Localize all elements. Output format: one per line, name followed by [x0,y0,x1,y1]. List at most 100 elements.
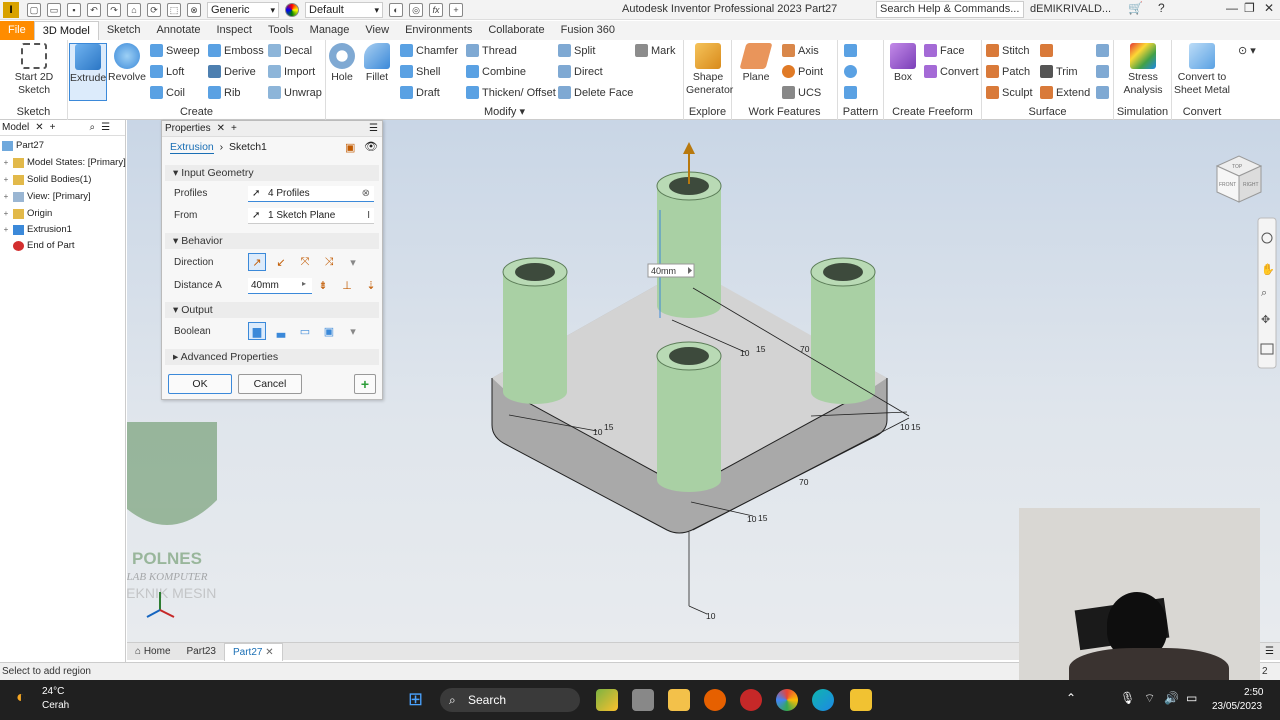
import-button[interactable]: Import [268,65,315,78]
clear-appearance-icon[interactable]: ◎ [409,2,423,17]
thread-button[interactable]: Thread [466,44,517,57]
boss-cylinder-right[interactable] [810,257,876,404]
direction-default-icon[interactable]: ↗ [248,253,266,271]
tree-end-of-part[interactable]: End of Part [2,240,75,251]
loft-button[interactable]: Loft [150,65,184,78]
boolean-new-solid-icon[interactable]: ▣ [320,322,338,340]
tree-view[interactable]: + View: [Primary] [2,191,91,202]
expand-icon[interactable]: + [2,192,10,201]
direction-flipped-icon[interactable]: ↙ [272,253,290,271]
doc-tab-part27[interactable]: Part27 ✕ [223,642,283,661]
update-icon[interactable]: ⟳ [147,2,161,17]
freeform-face-button[interactable]: Face [924,44,964,57]
profiles-selector[interactable]: ➚ 4 Profiles ⊗ [248,186,374,202]
expand-icon[interactable]: + [2,209,10,218]
mark-button[interactable]: Mark [635,44,675,57]
battery-icon[interactable]: ▭ [1186,691,1197,705]
tab-file[interactable]: File [0,21,34,40]
redo-icon[interactable]: ↷ [107,2,121,17]
direction-more-icon[interactable]: ▾ [344,253,362,271]
freeform-convert-button[interactable]: Convert [924,65,979,78]
breadcrumb-feature[interactable]: Extrusion [170,141,214,154]
section-advanced-properties[interactable]: ▸ Advanced Properties [165,349,379,365]
revolve-button[interactable]: Revolve [108,43,146,84]
tab-view[interactable]: View [357,21,397,40]
restore-icon[interactable]: ❐ [1244,1,1255,15]
doc-tab-home[interactable]: ⌂ Home [127,643,179,661]
tab-tools[interactable]: Tools [260,21,302,40]
add-icon[interactable]: + [449,2,463,17]
expand-icon[interactable]: + [2,175,10,184]
cancel-button[interactable]: Cancel [238,374,302,394]
file-explorer-icon[interactable] [668,689,690,711]
tree-model-states[interactable]: + Model States: [Primary] [2,157,126,168]
inventor-taskbar-icon[interactable] [850,689,872,711]
microphone-icon[interactable]: 🎙 [1120,691,1135,705]
add-browser-tab-icon[interactable]: + [50,122,56,133]
stitch-button[interactable]: Stitch [986,44,1030,57]
fx-icon[interactable]: fx [429,2,443,17]
widget-icon[interactable] [596,689,618,711]
close-icon[interactable]: ✕ [1264,1,1274,15]
tree-solid-bodies[interactable]: + Solid Bodies(1) [2,174,92,185]
adjust-icon[interactable]: ◐ [389,2,403,17]
chrome-icon[interactable] [776,689,798,711]
direct-button[interactable]: Direct [558,65,603,78]
section-behavior[interactable]: ▾ Behavior [165,233,379,249]
orbit-icon[interactable]: ✥ [1261,314,1270,326]
patch-button[interactable]: Patch [986,65,1030,78]
weather-temperature[interactable]: 24°C [42,686,64,697]
direction-asymmetric-icon[interactable]: ⤨ [320,253,338,271]
view-cube[interactable]: TOP FRONT RIGHT [1215,155,1263,203]
tab-collaborate[interactable]: Collaborate [480,21,552,40]
wifi-icon[interactable]: ⌔ [1144,691,1155,706]
circular-pattern-button[interactable] [844,65,857,78]
select-icon[interactable]: ⬚ [167,2,181,17]
breadcrumb-sketch[interactable]: Sketch1 [229,141,267,153]
help-icon[interactable]: ? [1158,1,1165,15]
tree-origin[interactable]: + Origin [2,208,53,219]
pan-icon[interactable]: ✋ [1261,263,1275,276]
trim-button[interactable]: Trim [1040,65,1078,78]
distance-dropdown-icon[interactable]: ▸ [302,279,306,288]
help-search-input[interactable]: Search Help & Commands... [876,1,1024,18]
clear-selection-icon[interactable]: ⊗ [362,186,370,201]
recorder-icon[interactable] [740,689,762,711]
rib-button[interactable]: Rib [208,86,241,99]
ribbon-options-icon[interactable]: ⊙ ▾ [1238,44,1256,57]
save-icon[interactable]: ▪ [67,2,81,17]
ruled-surface-button[interactable] [1040,44,1053,57]
tray-overflow-icon[interactable]: ⌃ [1066,691,1076,705]
sculpt-button[interactable]: Sculpt [986,86,1033,99]
doc-tab-part23[interactable]: Part23 [179,643,224,661]
boss-cylinder-left[interactable] [502,257,568,404]
start-sketch-button[interactable]: Start 2D Sketch [12,43,56,97]
extent-between-icon[interactable]: ⇣ [362,276,380,294]
firefox-icon[interactable] [704,689,726,711]
tab-annotate[interactable]: Annotate [148,21,208,40]
sweep-button[interactable]: Sweep [150,44,200,57]
extrude-button[interactable]: Extrude [69,43,107,101]
tab-fusion-360[interactable]: Fusion 360 [553,21,623,40]
volume-icon[interactable]: 🔊 [1164,691,1179,705]
tab-environments[interactable]: Environments [397,21,480,40]
emboss-button[interactable]: Emboss [208,44,264,57]
expand-icon[interactable]: + [2,225,10,234]
ok-button[interactable]: OK [168,374,232,394]
derive-button[interactable]: Derive [208,65,256,78]
section-input-geometry[interactable]: ▾ Input Geometry [165,165,379,181]
replace-face-button[interactable] [1096,86,1109,99]
tab-manage[interactable]: Manage [302,21,358,40]
draft-button[interactable]: Draft [400,86,440,99]
extent-to-icon[interactable]: ⇟ [314,276,332,294]
rectangular-pattern-button[interactable] [844,44,857,57]
boss-cylinder-top[interactable] [656,142,722,318]
plane-button[interactable]: Plane [736,43,776,84]
direction-symmetric-icon[interactable]: ⤧ [296,253,314,271]
cart-icon[interactable]: 🛒 [1128,1,1143,15]
freeform-box-button[interactable]: Box [886,43,920,84]
ucs-button[interactable]: UCS [782,86,821,99]
navigation-bar[interactable]: ✋ ⌕ ✥ [1257,217,1277,369]
appearance-dropdown[interactable]: Default [305,1,383,18]
appearance-icon[interactable] [285,2,299,17]
